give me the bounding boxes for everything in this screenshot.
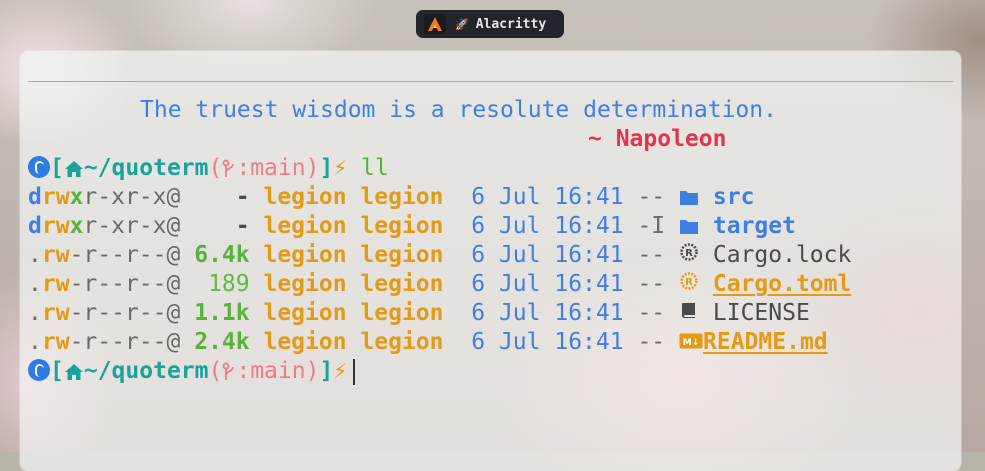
window-title: Alacritty [475,16,547,32]
rust-icon: R [679,241,699,270]
home-icon [64,358,84,384]
typed-command: ll [361,155,389,181]
git-branch-icon [222,358,236,384]
listing-row: .rw-r--r--@ 1.1k legion legion 6 Jul 16:… [28,299,810,328]
git-branch-name: main [250,358,306,384]
separator-rule [28,81,953,82]
fedora-icon [28,156,50,178]
fedora-icon [28,359,50,381]
prompt-path: ~/quoterm [83,155,209,181]
alacritty-logo-icon [424,14,446,34]
svg-text:R: R [685,248,693,259]
bolt-icon: ⚡ [333,358,348,384]
rust-icon: R [679,270,699,299]
git-branch-icon [222,155,236,181]
listing-row: drwxr-xr-x@ - legion legion 6 Jul 16:41 … [28,212,796,241]
file-name[interactable]: README.md [703,329,828,355]
listing-row: drwxr-xr-x@ - legion legion 6 Jul 16:41 … [28,183,754,212]
svg-text:M↓: M↓ [683,338,700,348]
book-icon [679,299,699,328]
file-name[interactable]: Cargo.toml [713,271,851,297]
folder-icon [679,185,699,214]
rocket-icon: 🚀 [455,17,469,31]
prompt-line-2[interactable]: [~/quoterm(:main)]⚡ [28,357,356,386]
home-icon [64,155,84,181]
file-name[interactable]: Cargo.lock [713,242,851,268]
prompt-path: ~/quoterm [83,358,209,384]
prompt-line-1: [~/quoterm(:main)]⚡ ll [28,154,389,183]
file-name[interactable]: LICENSE [713,300,810,326]
listing-row: .rw-r--r--@ 2.4k legion legion 6 Jul 16:… [28,328,828,357]
active-window-indicator[interactable]: 🚀 Alacritty [416,10,564,38]
file-name[interactable]: src [713,184,755,210]
quote-text: The truest wisdom is a resolute determin… [140,97,777,123]
markdown-icon: M↓ [679,328,703,357]
git-branch-name: main [250,155,306,181]
listing-row: .rw-r--r--@ 189 legion legion 6 Jul 16:4… [28,270,852,299]
listing-row: .rw-r--r--@ 6.4k legion legion 6 Jul 16:… [28,241,852,270]
folder-icon [679,214,699,243]
quote-author: ~ Napoleon [588,126,727,152]
bolt-icon: ⚡ [333,155,348,181]
svg-text:R: R [685,277,693,288]
terminal-window[interactable]: The truest wisdom is a resolute determin… [20,51,961,471]
text-cursor [353,358,356,385]
file-name[interactable]: target [713,213,796,239]
